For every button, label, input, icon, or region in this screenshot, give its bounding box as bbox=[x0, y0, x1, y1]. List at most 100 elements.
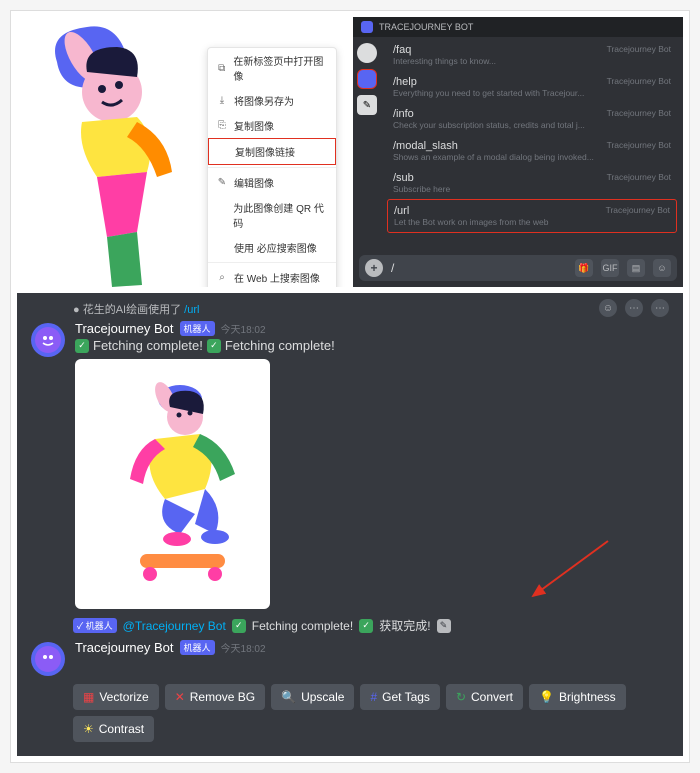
menu-item-label: 将图像另存为 bbox=[234, 93, 294, 108]
bot-message-2: Tracejourney Bot 机器人 今天18:02 bbox=[17, 638, 683, 680]
menu-item-label: 复制图像链接 bbox=[235, 144, 295, 159]
menu-item-icon: ⎘ bbox=[216, 120, 228, 131]
menu-item-label: 为此图像创建 QR 代码 bbox=[233, 200, 328, 230]
button-icon: # bbox=[370, 690, 377, 704]
remove-bg-button[interactable]: ✕ Remove BG bbox=[165, 684, 265, 710]
command-item[interactable]: /modal_slashShows an example of a modal … bbox=[387, 135, 677, 167]
sticker-icon[interactable]: ▤ bbox=[627, 259, 645, 277]
chat-panel: ☺ ⋯ ⋯ ● 花生的AI绘画使用了 /url Tracejourney Bot… bbox=[17, 293, 683, 756]
input-text: / bbox=[391, 261, 394, 275]
reply-user: 花生的AI绘画使用了 bbox=[83, 304, 181, 316]
command-item[interactable]: /helpEverything you need to get started … bbox=[387, 71, 677, 103]
command-item[interactable]: /urlLet the Bot work on images from the … bbox=[387, 199, 677, 233]
context-menu-item[interactable]: ✎ 编辑图像 bbox=[208, 170, 336, 195]
brightness-button[interactable]: 💡Brightness bbox=[529, 684, 626, 710]
msg-text-1: Fetching complete! bbox=[93, 338, 203, 353]
action-buttons: ▦ Vectorize ✕ Remove BG 🔍Upscale # Get Tags ↻ Co… bbox=[17, 680, 683, 746]
more-icon[interactable]: ⋯ bbox=[651, 299, 669, 317]
upscale-button[interactable]: 🔍Upscale bbox=[271, 684, 354, 710]
context-menu-item[interactable]: 使用 必应搜索图像 bbox=[208, 235, 336, 260]
context-menu-item[interactable]: 复制图像链接 bbox=[208, 138, 336, 165]
status-a: Fetching complete! bbox=[252, 619, 353, 633]
button-icon: ▦ bbox=[83, 690, 94, 704]
context-menu-item[interactable]: ⧉ 在新标签页中打开图像 bbox=[208, 48, 336, 88]
button-label: Vectorize bbox=[99, 690, 148, 704]
button-icon: ✕ bbox=[175, 690, 185, 704]
author-name[interactable]: Tracejourney Bot bbox=[75, 321, 174, 336]
thread-icon[interactable]: ⋯ bbox=[625, 299, 643, 317]
contrast-button[interactable]: ☀ Contrast bbox=[73, 716, 154, 742]
timestamp: 今天18:02 bbox=[221, 640, 266, 655]
check-icon: ✓ bbox=[207, 339, 221, 353]
gif-icon[interactable]: GIF bbox=[601, 259, 619, 277]
rail-bot-icon[interactable] bbox=[357, 69, 377, 89]
command-source: Tracejourney Bot bbox=[606, 205, 670, 215]
edit-icon[interactable]: ✎ bbox=[437, 619, 451, 633]
command-desc: Shows an example of a modal dialog being… bbox=[393, 152, 671, 162]
bot-chip-icon: ✓ 机器人 bbox=[73, 618, 117, 633]
command-list: /faqInteresting things to know...Tracejo… bbox=[381, 37, 683, 249]
button-label: Contrast bbox=[99, 722, 144, 736]
button-label: Remove BG bbox=[190, 690, 255, 704]
status-line: ✓ 机器人 @Tracejourney Bot ✓ Fetching compl… bbox=[17, 613, 683, 638]
menu-item-label: 编辑图像 bbox=[234, 175, 274, 190]
vectorize-button[interactable]: ▦ Vectorize bbox=[73, 684, 159, 710]
bot-tag: 机器人 bbox=[180, 640, 215, 655]
check-icon: ✓ bbox=[359, 619, 373, 633]
command-panel: TRACEJOURNEY BOT ✎ /faqInteresting thing… bbox=[353, 17, 683, 287]
chat-toolbar: ☺ ⋯ ⋯ bbox=[599, 299, 669, 317]
button-label: Convert bbox=[471, 690, 513, 704]
convert-button[interactable]: ↻ Convert bbox=[446, 684, 523, 710]
command-item[interactable]: /subSubscribe hereTracejourney Bot bbox=[387, 167, 677, 199]
button-icon: ↻ bbox=[456, 690, 466, 704]
menu-item-label: 复制图像 bbox=[234, 118, 274, 133]
command-desc: Let the Bot work on images from the web bbox=[394, 217, 670, 227]
context-menu-item[interactable]: ⤓ 将图像另存为 bbox=[208, 88, 336, 113]
status-b: 获取完成! bbox=[379, 617, 430, 634]
command-header-label: TRACEJOURNEY BOT bbox=[379, 22, 473, 32]
command-source: Tracejourney Bot bbox=[607, 44, 671, 54]
message-input-bar[interactable]: + / 🎁 GIF ▤ ☺ bbox=[359, 255, 677, 281]
menu-item-label: 在新标签页中打开图像 bbox=[233, 53, 328, 83]
command-header: TRACEJOURNEY BOT bbox=[353, 17, 683, 37]
image-panel: ⧉ 在新标签页中打开图像 ⤓ 将图像另存为 ⎘ 复制图像复制图像链接 ✎ 编辑图像为此图像创建… bbox=[17, 17, 347, 287]
bot-avatar[interactable] bbox=[31, 323, 65, 357]
command-desc: Interesting things to know... bbox=[393, 56, 671, 66]
context-menu-item[interactable]: ⎘ 复制图像 bbox=[208, 113, 336, 138]
get-tags-button[interactable]: # Get Tags bbox=[360, 684, 440, 710]
button-label: Get Tags bbox=[382, 690, 430, 704]
emoji-icon[interactable]: ☺ bbox=[653, 259, 671, 277]
reaction-icon[interactable]: ☺ bbox=[599, 299, 617, 317]
command-source: Tracejourney Bot bbox=[607, 108, 671, 118]
image-attachment[interactable] bbox=[75, 359, 270, 609]
menu-item-icon: ⧉ bbox=[216, 63, 227, 74]
context-menu: ⧉ 在新标签页中打开图像 ⤓ 将图像另存为 ⎘ 复制图像复制图像链接 ✎ 编辑图像为此图像创建… bbox=[207, 47, 337, 287]
rail-avatar-icon[interactable] bbox=[357, 43, 377, 63]
menu-item-icon: ⤓ bbox=[216, 95, 228, 106]
mention[interactable]: @Tracejourney Bot bbox=[123, 619, 226, 633]
button-icon: ☀ bbox=[83, 722, 94, 736]
command-desc: Everything you need to get started with … bbox=[393, 88, 671, 98]
annotation-arrow bbox=[523, 536, 613, 606]
command-source: Tracejourney Bot bbox=[607, 140, 671, 150]
gift-icon[interactable]: 🎁 bbox=[575, 259, 593, 277]
context-menu-item[interactable]: ⌕在 Web 上搜索图像 bbox=[208, 265, 336, 287]
rail-edit-icon[interactable]: ✎ bbox=[357, 95, 377, 115]
command-desc: Subscribe here bbox=[393, 184, 671, 194]
bot-tag: 机器人 bbox=[180, 321, 215, 336]
command-item[interactable]: /faqInteresting things to know...Tracejo… bbox=[387, 39, 677, 71]
menu-item-label: 在 Web 上搜索图像 bbox=[234, 270, 320, 285]
command-item[interactable]: /infoCheck your subscription status, cre… bbox=[387, 103, 677, 135]
reply-command[interactable]: /url bbox=[184, 304, 199, 316]
button-icon: 💡 bbox=[539, 690, 554, 704]
attach-icon[interactable]: + bbox=[365, 259, 383, 277]
bot-avatar[interactable] bbox=[31, 642, 65, 676]
timestamp: 今天18:02 bbox=[221, 321, 266, 336]
command-source: Tracejourney Bot bbox=[607, 76, 671, 86]
button-label: Upscale bbox=[301, 690, 344, 704]
author-name[interactable]: Tracejourney Bot bbox=[75, 640, 174, 655]
menu-item-icon: ✎ bbox=[216, 177, 228, 188]
command-desc: Check your subscription status, credits … bbox=[393, 120, 671, 130]
context-menu-item[interactable]: 为此图像创建 QR 代码 bbox=[208, 195, 336, 235]
check-icon: ✓ bbox=[232, 619, 246, 633]
